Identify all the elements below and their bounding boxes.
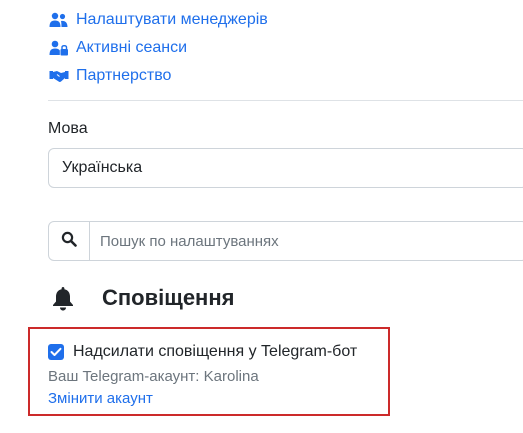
language-label: Мова [48, 120, 88, 137]
notifications-header: Сповіщення [50, 284, 234, 312]
telegram-account-text: Ваш Telegram-акаунт: Karolina [48, 368, 259, 385]
notifications-title: Сповіщення [102, 285, 235, 310]
link-manage-managers-label: Налаштувати менеджерів [76, 11, 268, 28]
handshake-icon [48, 67, 70, 85]
telegram-notifications-row: Надсилати сповіщення у Telegram-бот [48, 343, 357, 361]
telegram-notifications-checkbox[interactable] [48, 344, 64, 360]
section-divider [48, 100, 523, 101]
link-partnership[interactable]: Партнерство [48, 62, 268, 90]
users-cog-icon [48, 11, 70, 29]
settings-search [48, 221, 523, 261]
link-active-sessions-label: Активні сеанси [76, 39, 188, 56]
search-button[interactable] [49, 222, 90, 260]
link-manage-managers[interactable]: Налаштувати менеджерів [48, 6, 268, 34]
language-select[interactable]: Українська [48, 148, 523, 188]
telegram-notifications-label[interactable]: Надсилати сповіщення у Telegram-бот [73, 343, 357, 361]
language-selected-value: Українська [62, 159, 143, 176]
bell-icon [50, 284, 76, 312]
search-input[interactable] [90, 223, 523, 259]
user-lock-icon [48, 39, 70, 57]
check-icon [50, 347, 62, 356]
link-partnership-label: Партнерство [76, 67, 172, 84]
search-icon [61, 231, 77, 252]
link-active-sessions[interactable]: Активні сеанси [48, 34, 268, 62]
settings-links: Налаштувати менеджерів Активні сеанси Па… [48, 6, 268, 90]
change-account-link[interactable]: Змінити акаунт [48, 390, 153, 407]
